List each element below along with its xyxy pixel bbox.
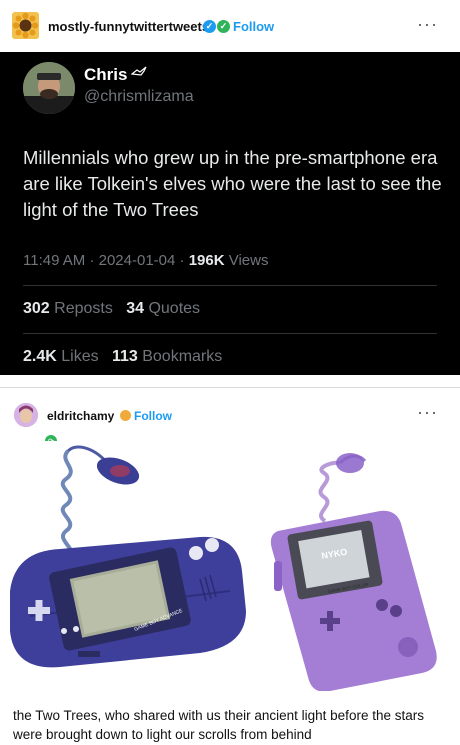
tweet-time: 11:49 AM xyxy=(23,252,86,269)
worm-light-left xyxy=(60,445,140,557)
tweet-views-label: Views xyxy=(228,252,269,269)
tweet-avatar xyxy=(23,62,75,114)
post-image: GAME BOY ADVANCE NYKO GAME BOY COLOR xyxy=(0,441,460,692)
more-options-icon[interactable]: ··· xyxy=(417,14,438,35)
post-header: mostly-funnytwittertweets ✓ ✓ Follow ··· xyxy=(0,0,460,52)
quotes-label: Quotes xyxy=(148,300,201,317)
tweet-card: Chris @chrismlizama Millennials who grew… xyxy=(0,52,460,375)
tweet-text: Millennials who grew up in the pre-smart… xyxy=(23,147,442,220)
gba-console: GAME BOY ADVANCE xyxy=(10,536,246,668)
avatar-portrait xyxy=(14,403,38,427)
reposts-count: 302 xyxy=(23,300,50,317)
tweet-divider xyxy=(23,285,437,286)
tweet-like-stats: 2.4K Likes 113 Bookmarks xyxy=(23,348,222,366)
tweet-meta: 11:49 AM · 2024-01-04 · 196K Views xyxy=(23,252,269,269)
follow-button[interactable]: Follow xyxy=(134,409,172,423)
likes-label: Likes xyxy=(61,348,99,365)
bird-icon xyxy=(130,65,147,81)
tweet-divider xyxy=(23,333,437,334)
bookmarks-count: 113 xyxy=(111,348,138,365)
bookmarks-label: Bookmarks xyxy=(142,348,223,365)
tweet-author-handle: @chrismlizama xyxy=(84,88,194,105)
more-options-icon[interactable]: ··· xyxy=(417,402,438,423)
sunflower-icon xyxy=(12,12,39,39)
tweet-author-name: Chris xyxy=(84,65,128,84)
reposts-label: Reposts xyxy=(54,300,113,317)
worm-light-right xyxy=(318,453,367,523)
reblog-caption: the Two Trees, who shared with us their … xyxy=(13,708,424,742)
likes-count: 2.4K xyxy=(23,348,57,365)
sun-badge-icon xyxy=(120,410,131,421)
follow-button[interactable]: Follow xyxy=(233,19,274,34)
reblog-avatar[interactable]: ⟳ xyxy=(14,403,58,448)
quotes-count: 34 xyxy=(126,300,144,317)
gbc-console: NYKO GAME BOY COLOR xyxy=(270,510,437,692)
tweet-date: 2024-01-04 xyxy=(98,252,176,269)
reblog-header: ⟳ eldritchamy Follow ··· xyxy=(0,388,460,448)
tweet-views-count: 196K xyxy=(188,252,225,269)
verified-badge-icon: ✓ xyxy=(203,20,216,33)
tweet-repost-stats: 302 Reposts 34 Quotes xyxy=(23,300,200,318)
checkmark-badge-icon: ✓ xyxy=(217,20,230,33)
blog-avatar[interactable] xyxy=(12,12,39,39)
blog-username[interactable]: mostly-funnytwittertweets xyxy=(48,19,209,34)
reblog-username[interactable]: eldritchamy xyxy=(47,409,114,423)
